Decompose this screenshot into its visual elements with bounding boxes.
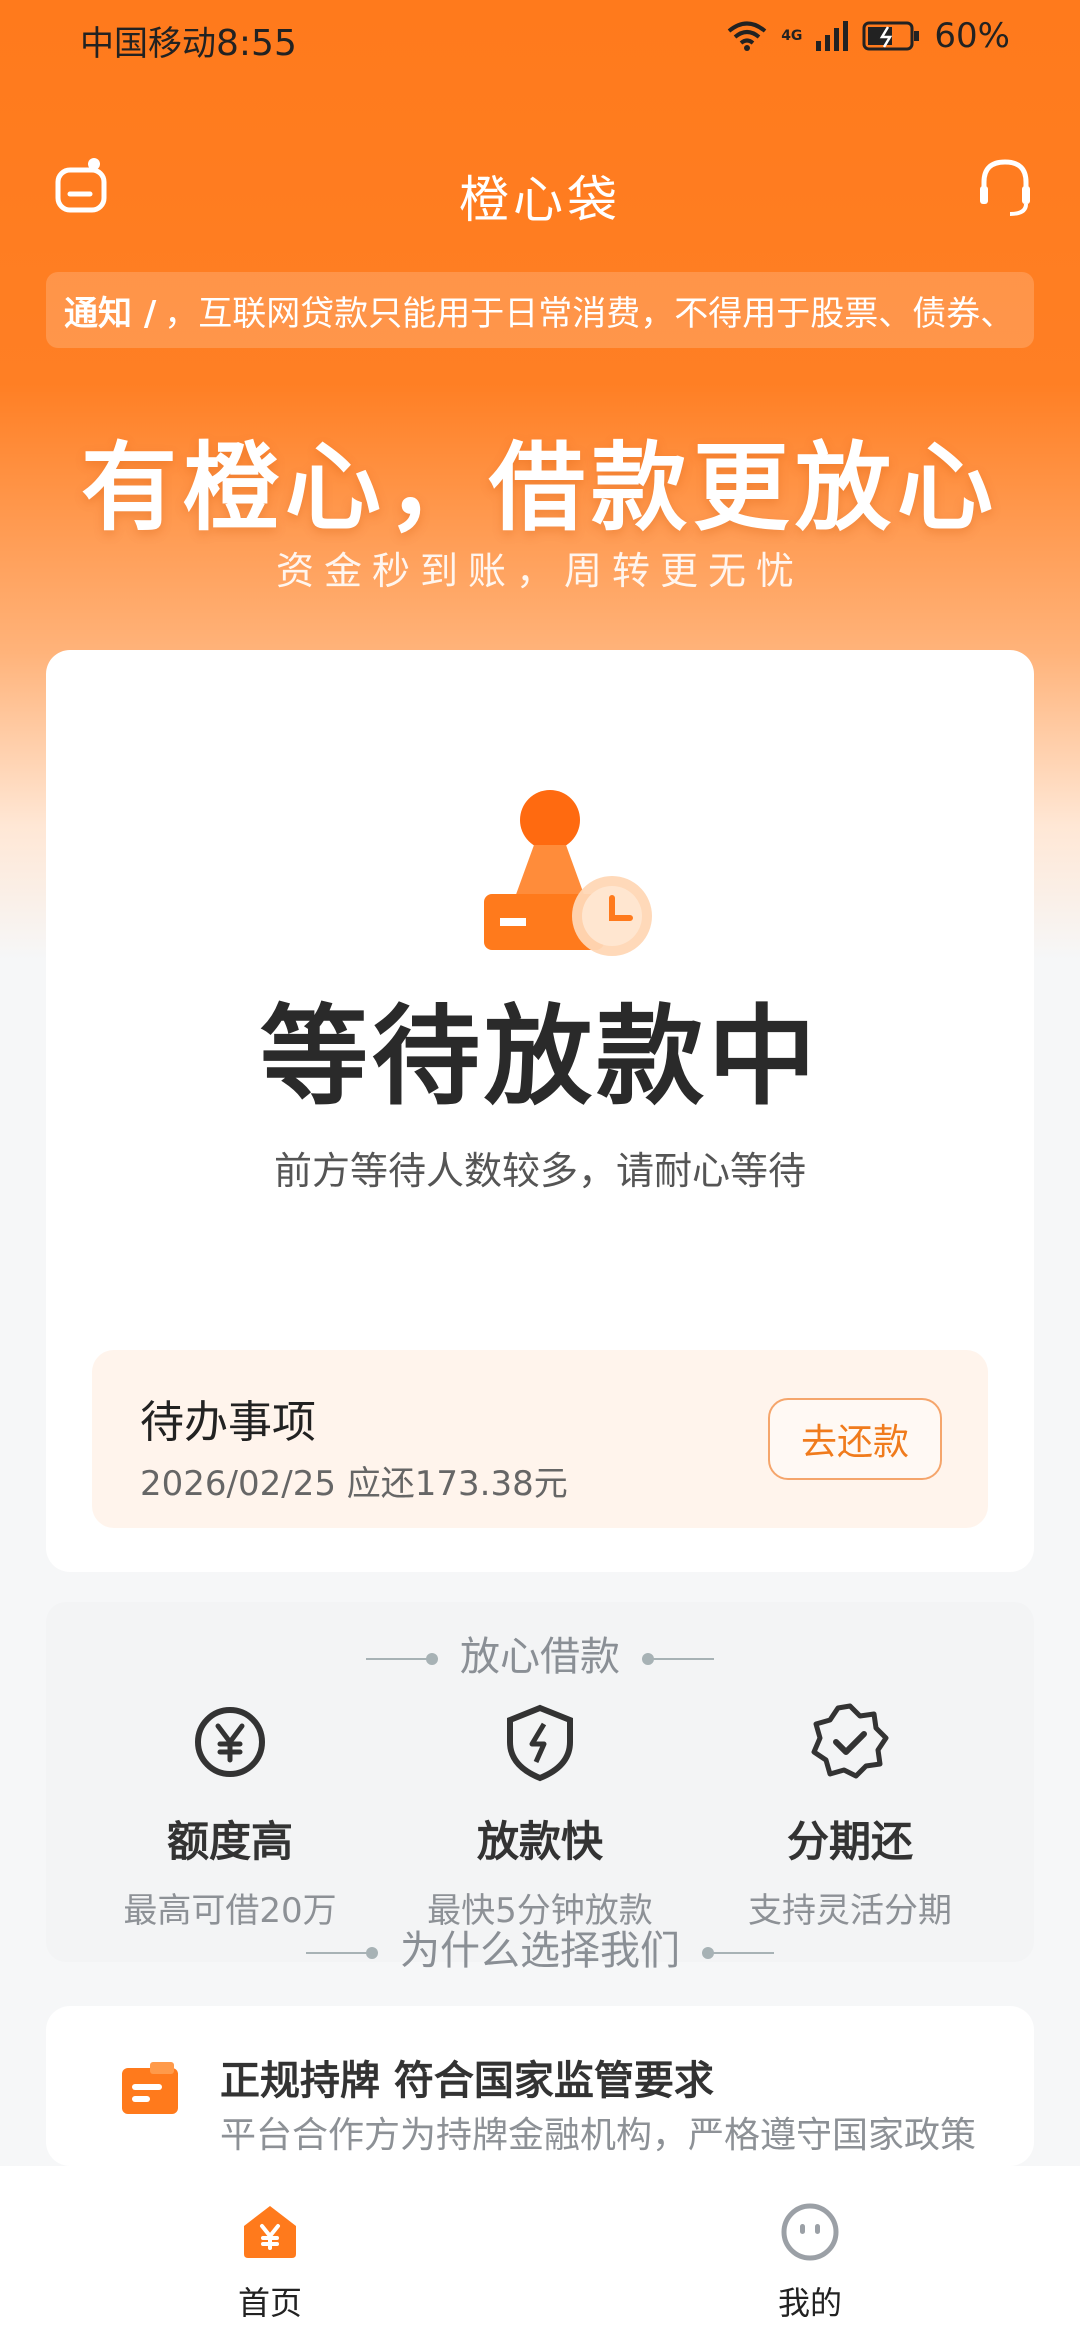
feature-high-limit: 额度高 最高可借20万 xyxy=(80,1702,380,1932)
features-title: 放心借款 xyxy=(460,1634,620,1680)
loan-status-card: 等待放款中 前方等待人数较多，请耐心等待 待办事项 2026/02/25 应还1… xyxy=(46,650,1034,1572)
badge-check-icon xyxy=(811,1703,889,1779)
tab-mine[interactable]: 我的 xyxy=(710,2202,910,2324)
notice-tag: 通知 / xyxy=(64,293,157,334)
shield-lightning-icon xyxy=(507,1704,573,1782)
carrier-name: 中国移动 xyxy=(80,24,216,64)
bottom-tab-bar: 首页 我的 xyxy=(0,2166,1080,2340)
top-bar: 橙心袋 xyxy=(0,140,1080,240)
repay-button[interactable]: 去还款 xyxy=(768,1398,942,1480)
why-item-desc: 平台合作方为持牌金融机构，严格遵守国家政策 xyxy=(220,2115,977,2156)
feature-fast-payout: 放款快 最快5分钟放款 xyxy=(390,1702,690,1932)
profile-face-icon xyxy=(781,2203,839,2261)
app-title: 橙心袋 xyxy=(459,171,621,229)
todo-detail: 2026/02/25 应还173.38元 xyxy=(140,1464,568,1504)
yuan-icon xyxy=(195,1707,265,1777)
network-type: 4G xyxy=(781,28,803,44)
signal-icon xyxy=(816,21,849,51)
loan-status-description: 前方等待人数较多，请耐心等待 xyxy=(273,1149,806,1193)
wifi-icon xyxy=(727,21,767,51)
why-card[interactable]: 正规持牌 符合国家监管要求 平台合作方为持牌金融机构，严格遵守国家政策 xyxy=(46,2006,1034,2166)
why-title: 为什么选择我们 xyxy=(400,1928,680,1974)
todo-panel: 待办事项 2026/02/25 应还173.38元 去还款 xyxy=(92,1350,988,1528)
tab-label: 首页 xyxy=(237,2284,302,2322)
divider-left xyxy=(366,1653,438,1665)
status-icons: 4G 60% xyxy=(727,16,1010,56)
todo-title: 待办事项 xyxy=(140,1397,316,1448)
slogan-main: 有橙心，借款更放心 xyxy=(81,432,999,544)
carrier-time: 中国移动8:55 xyxy=(80,16,297,65)
why-heading: 为什么选择我们 xyxy=(0,1918,1080,1976)
slogan-sub: 资金秒到账，周转更无忧 xyxy=(275,549,804,593)
loan-status-title: 等待放款中 xyxy=(259,995,820,1120)
tab-home[interactable]: 首页 xyxy=(170,2202,370,2324)
tab-label: 我的 xyxy=(777,2284,842,2322)
battery-level: 60% xyxy=(934,16,1010,56)
features-section: 放心借款 额度高 最高可借20万 放款快 最快5分钟放款 分期还 支持灵活分期 … xyxy=(46,1602,1034,1974)
divider-right xyxy=(702,1947,774,1959)
status-bar: 中国移动8:55 4G 60% xyxy=(0,0,1080,80)
notice-bar[interactable]: 通知 / ，互联网贷款只能用于日常消费，不得用于股票、债券、 xyxy=(46,272,1034,348)
divider-right xyxy=(642,1653,714,1665)
feature-name: 额度高 xyxy=(166,1817,293,1866)
clock: 8:55 xyxy=(216,23,297,64)
headset-icon[interactable] xyxy=(970,152,1040,222)
divider-left xyxy=(306,1947,378,1959)
notice-text: ，互联网贷款只能用于日常消费，不得用于股票、债券、 xyxy=(164,293,1015,334)
feature-name: 分期还 xyxy=(786,1817,913,1866)
feature-installment: 分期还 支持灵活分期 xyxy=(700,1702,1000,1932)
feature-name: 放款快 xyxy=(476,1817,603,1866)
waiting-stamp-icon xyxy=(484,790,652,956)
why-item-title: 正规持牌 符合国家监管要求 xyxy=(220,2058,714,2104)
battery-icon xyxy=(862,21,920,51)
features-heading: 放心借款 xyxy=(0,1624,1080,1682)
home-yuan-icon xyxy=(244,2206,296,2258)
license-icon xyxy=(122,2062,178,2114)
